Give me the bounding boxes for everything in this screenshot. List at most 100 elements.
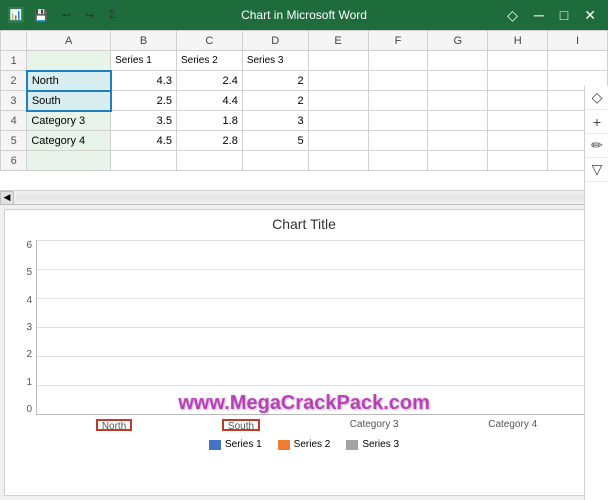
table-row: 6 [1,151,608,171]
cell-6c[interactable] [176,151,242,171]
col-header-a[interactable]: A [27,31,111,51]
cell-1b[interactable]: Series 1 [111,51,177,71]
cell-1c[interactable]: Series 2 [176,51,242,71]
cell-4f[interactable] [368,111,428,131]
cell-3b[interactable]: 2.5 [111,91,177,111]
cell-4b[interactable]: 3.5 [111,111,177,131]
grid-line-6 [37,240,597,241]
cell-1i[interactable] [548,51,608,71]
row-num-5: 5 [1,131,27,151]
cell-3d[interactable]: 2 [242,91,308,111]
cell-3g[interactable] [428,91,488,111]
col-header-g[interactable]: G [428,31,488,51]
cell-5c[interactable]: 2.8 [176,131,242,151]
cell-4d[interactable]: 3 [242,111,308,131]
redo-button[interactable]: ↪ [81,7,98,24]
cell-6f[interactable] [368,151,428,171]
cell-1e[interactable] [308,51,368,71]
cell-4e[interactable] [308,111,368,131]
col-header-i[interactable]: I [548,31,608,51]
cell-5b[interactable]: 4.5 [111,131,177,151]
y-axis: 6 5 4 3 2 1 0 [11,240,36,435]
x-label-north: North [96,419,132,431]
side-edit-button[interactable]: ✏ [585,134,608,158]
cell-4h[interactable] [488,111,548,131]
x-label-south: South [222,419,260,431]
cell-6h[interactable] [488,151,548,171]
col-header-d[interactable]: D [242,31,308,51]
cell-2e[interactable] [308,71,368,91]
side-filter-button[interactable]: ▽ [585,158,608,182]
x-label-cat3: Category 3 [350,419,399,431]
cell-6a[interactable] [27,151,111,171]
main-container: A B C D E F G H I [0,30,608,500]
cell-6d[interactable] [242,151,308,171]
y-label-1: 1 [11,377,32,388]
minimize-button[interactable]: ─ [530,5,548,25]
close-button[interactable]: ✕ [580,5,600,26]
maximize-button[interactable]: □ [556,5,572,25]
grid-line-2 [37,356,597,357]
side-gem-button[interactable]: ◇ [585,86,608,110]
cell-5h[interactable] [488,131,548,151]
title-bar-left: 📊 💾 ↩ ↪ Σ [8,7,120,24]
row-num-2: 2 [1,71,27,91]
legend-label-s1: Series 1 [225,439,262,450]
cell-1f[interactable] [368,51,428,71]
cell-3f[interactable] [368,91,428,111]
cell-1h[interactable] [488,51,548,71]
cell-5g[interactable] [428,131,488,151]
y-label-5: 5 [11,267,32,278]
cell-6g[interactable] [428,151,488,171]
cell-3h[interactable] [488,91,548,111]
row-num-6: 6 [1,151,27,171]
cell-1g[interactable] [428,51,488,71]
cell-5d[interactable]: 5 [242,131,308,151]
cell-6e[interactable] [308,151,368,171]
side-add-button[interactable]: + [585,110,608,134]
cell-2c[interactable]: 2.4 [176,71,242,91]
cell-6b[interactable] [111,151,177,171]
table-row: 4 Category 3 3.5 1.8 3 [1,111,608,131]
x-axis-labels: North South Category 3 Category 4 [36,415,597,435]
undo-button[interactable]: ↩ [58,7,75,24]
cell-2b[interactable]: 4.3 [111,71,177,91]
cell-4g[interactable] [428,111,488,131]
cell-5a[interactable]: Category 4 [27,131,111,151]
legend-label-s2: Series 2 [294,439,331,450]
chart-title: Chart Title [11,216,597,232]
col-header-h[interactable]: H [488,31,548,51]
cell-2f[interactable] [368,71,428,91]
gem-button[interactable]: ◇ [503,5,522,26]
cell-3c[interactable]: 4.4 [176,91,242,111]
cell-3a[interactable]: South [27,91,111,111]
col-header-b[interactable]: B [111,31,177,51]
cell-2h[interactable] [488,71,548,91]
cell-2g[interactable] [428,71,488,91]
spreadsheet-area: A B C D E F G H I [0,30,608,205]
cell-2d[interactable]: 2 [242,71,308,91]
horizontal-scrollbar[interactable]: ◀ ▶ [0,190,608,204]
cell-5e[interactable] [308,131,368,151]
app-icon: 📊 [8,7,24,23]
y-label-6: 6 [11,240,32,251]
title-bar: 📊 💾 ↩ ↪ Σ Chart in Microsoft Word ◇ ─ □ … [0,0,608,30]
cell-2a[interactable]: North [27,71,111,91]
cell-1a[interactable] [27,51,111,71]
cell-3e[interactable] [308,91,368,111]
cell-4c[interactable]: 1.8 [176,111,242,131]
scroll-left-arrow[interactable]: ◀ [0,191,14,205]
sheet-wrapper[interactable]: A B C D E F G H I [0,30,608,190]
save-button[interactable]: 💾 [30,7,52,24]
plot-area-with-labels: North South Category 3 Category 4 [36,240,597,435]
col-header-e[interactable]: E [308,31,368,51]
col-header-f[interactable]: F [368,31,428,51]
col-header-c[interactable]: C [176,31,242,51]
y-label-3: 3 [11,322,32,333]
cell-5f[interactable] [368,131,428,151]
table-row: 3 South 2.5 4.4 2 [1,91,608,111]
cell-1d[interactable]: Series 3 [242,51,308,71]
scroll-track[interactable] [16,194,592,202]
cell-4a[interactable]: Category 3 [27,111,111,131]
function-icon[interactable]: Σ [104,7,120,23]
